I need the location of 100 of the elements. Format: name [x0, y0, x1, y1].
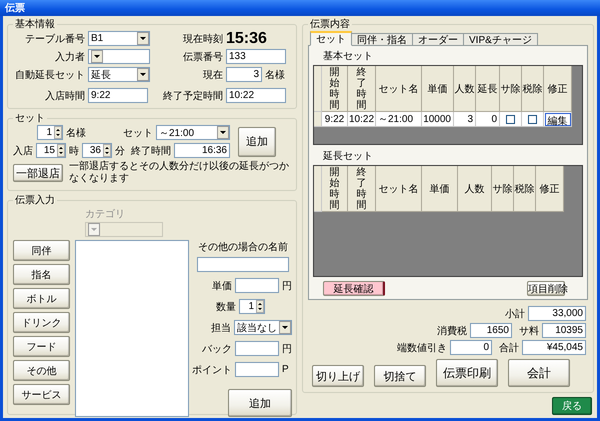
field-label: 担当 — [211, 322, 231, 334]
window-title: 伝票 — [5, 2, 25, 15]
hour-spinner[interactable]: 15 — [36, 143, 66, 158]
tab[interactable]: VIP&チャージ — [463, 33, 538, 46]
field-label: サ料 — [519, 324, 539, 338]
category-button[interactable]: 同伴 — [13, 240, 70, 261]
slip-number-field[interactable]: 133 — [226, 49, 286, 64]
checkbox[interactable] — [528, 114, 537, 124]
column-header: 税除 — [522, 66, 544, 112]
action-button[interactable]: 伝票印刷 — [436, 359, 498, 387]
category-button[interactable]: ドリンク — [13, 312, 70, 333]
auto-extension-select[interactable]: 延長 — [88, 67, 150, 82]
quantity-spinner[interactable]: 1 — [239, 299, 265, 314]
category-button[interactable]: サービス — [13, 384, 70, 405]
field-label: その他の場合の名前 — [198, 241, 288, 254]
field-label: 入力者 — [54, 50, 85, 64]
unit-label: 時 — [69, 144, 79, 158]
clock-time: 15:36 — [226, 30, 267, 48]
category-button[interactable]: その他 — [13, 360, 70, 381]
section-label: 基本セット — [323, 50, 374, 63]
table-cell: 9:22 — [322, 112, 348, 127]
tab[interactable]: オーダー — [412, 33, 464, 46]
end-time-field[interactable]: 16:36 — [174, 143, 230, 158]
dropdown-icon — [217, 126, 229, 139]
dropdown-icon — [137, 32, 149, 45]
field-label: 現在時刻 — [182, 32, 223, 46]
back-field[interactable] — [235, 341, 279, 356]
group-title: 伝票内容 — [309, 18, 351, 31]
action-button[interactable]: 切捨て — [374, 365, 426, 387]
unit-label: 名様 — [66, 126, 86, 140]
table-number-select[interactable]: B1 — [88, 31, 150, 46]
table-cell: 3 — [454, 112, 476, 127]
unit-label: P — [282, 364, 290, 375]
table-cell: 0 — [476, 112, 500, 127]
delete-item-button[interactable]: 項目削除 — [527, 281, 565, 296]
planned-end-field[interactable]: 10:22 — [226, 88, 286, 103]
set-select[interactable]: ～21:00 — [156, 125, 230, 140]
add-button[interactable]: 追加 — [228, 389, 292, 417]
guest-spinner[interactable]: 1 — [37, 125, 63, 140]
back-button[interactable]: 戻る — [552, 397, 592, 415]
note-text: 一部退店するとその人数分だけ以後の延長がつかなくなります — [69, 161, 290, 185]
group-title: セット — [14, 112, 46, 125]
column-header: サ除 — [500, 66, 522, 112]
field-label: バック — [202, 342, 232, 356]
confirm-extension-button[interactable]: 延長確認 — [323, 281, 385, 296]
add-button[interactable]: 追加 — [238, 126, 276, 156]
field-label: 合計 — [499, 342, 519, 354]
spinner-icon — [103, 144, 111, 157]
entered-by-select[interactable] — [88, 49, 150, 64]
field-label: 終了予定時間 — [162, 90, 223, 102]
field-label: テーブル番号 — [24, 32, 85, 46]
field-label: 数量 — [216, 300, 236, 314]
field-label: 入店時間 — [44, 90, 85, 102]
table-cell: 10000 — [422, 112, 454, 127]
field-label: 自動延長セット — [14, 68, 85, 82]
action-button[interactable]: 会計 — [508, 359, 570, 387]
other-name-field[interactable] — [197, 257, 289, 272]
dropdown-icon — [88, 223, 100, 236]
group-title: 基本情報 — [14, 18, 56, 31]
unit-price-field[interactable] — [235, 278, 279, 293]
dropdown-icon — [137, 68, 149, 81]
checkbox[interactable] — [506, 114, 515, 124]
guest-count-field[interactable]: 3 — [226, 67, 262, 82]
category-button[interactable]: フード — [13, 336, 70, 357]
points-field[interactable] — [235, 362, 279, 377]
section-label: 延長セット — [323, 150, 374, 163]
edit-button[interactable]: 編集 — [544, 112, 570, 126]
field-label: カテゴリ — [85, 208, 125, 221]
field-label: セット — [123, 126, 153, 140]
field-label: 終了時間 — [131, 144, 171, 158]
total-field: ¥45,045 — [522, 340, 586, 355]
field-label: 入店 — [13, 144, 33, 158]
column-header: サ除 — [492, 166, 514, 212]
partial-leave-button[interactable]: 一部退店 — [13, 164, 63, 182]
tab[interactable]: 同伴・指名 — [351, 33, 413, 46]
field-label: ポイント — [192, 364, 232, 376]
group-title: 伝票入力 — [14, 194, 56, 207]
staff-select[interactable]: 該当なし — [234, 320, 292, 335]
column-header: 単価 — [422, 166, 458, 212]
category-button[interactable]: ボトル — [13, 288, 70, 309]
field-label: 単価 — [212, 280, 232, 292]
tab[interactable]: セット — [310, 31, 352, 46]
row-header — [314, 166, 322, 212]
action-button[interactable]: 切り上げ — [312, 365, 364, 387]
column-header: 修正 — [544, 66, 572, 112]
entry-time-field[interactable]: 9:22 — [88, 88, 148, 103]
field-label: 伝票番号 — [182, 50, 223, 64]
minute-spinner[interactable]: 36 — [82, 143, 112, 158]
discount-field[interactable]: 0 — [450, 340, 492, 355]
unit-label: 分 — [115, 144, 125, 158]
column-header: 終了時間 — [348, 166, 376, 212]
column-header: 税除 — [514, 166, 536, 212]
category-button[interactable]: 指名 — [13, 264, 70, 285]
column-header: 修正 — [536, 166, 564, 212]
field-label: 現在 — [202, 68, 223, 82]
item-list[interactable] — [75, 240, 189, 417]
field-label: 小計 — [505, 308, 525, 320]
column-header: 終了時間 — [348, 66, 376, 112]
column-header: セット名 — [376, 166, 422, 212]
unit-label: 名様 — [265, 68, 285, 82]
